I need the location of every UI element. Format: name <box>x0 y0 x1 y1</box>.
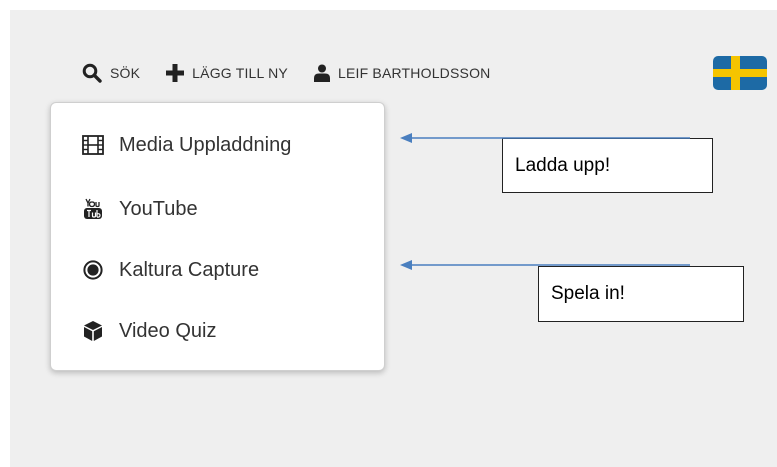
upload-arrow-head <box>400 133 412 143</box>
annotation-arrows <box>400 133 690 270</box>
record-arrow-head <box>400 260 412 270</box>
